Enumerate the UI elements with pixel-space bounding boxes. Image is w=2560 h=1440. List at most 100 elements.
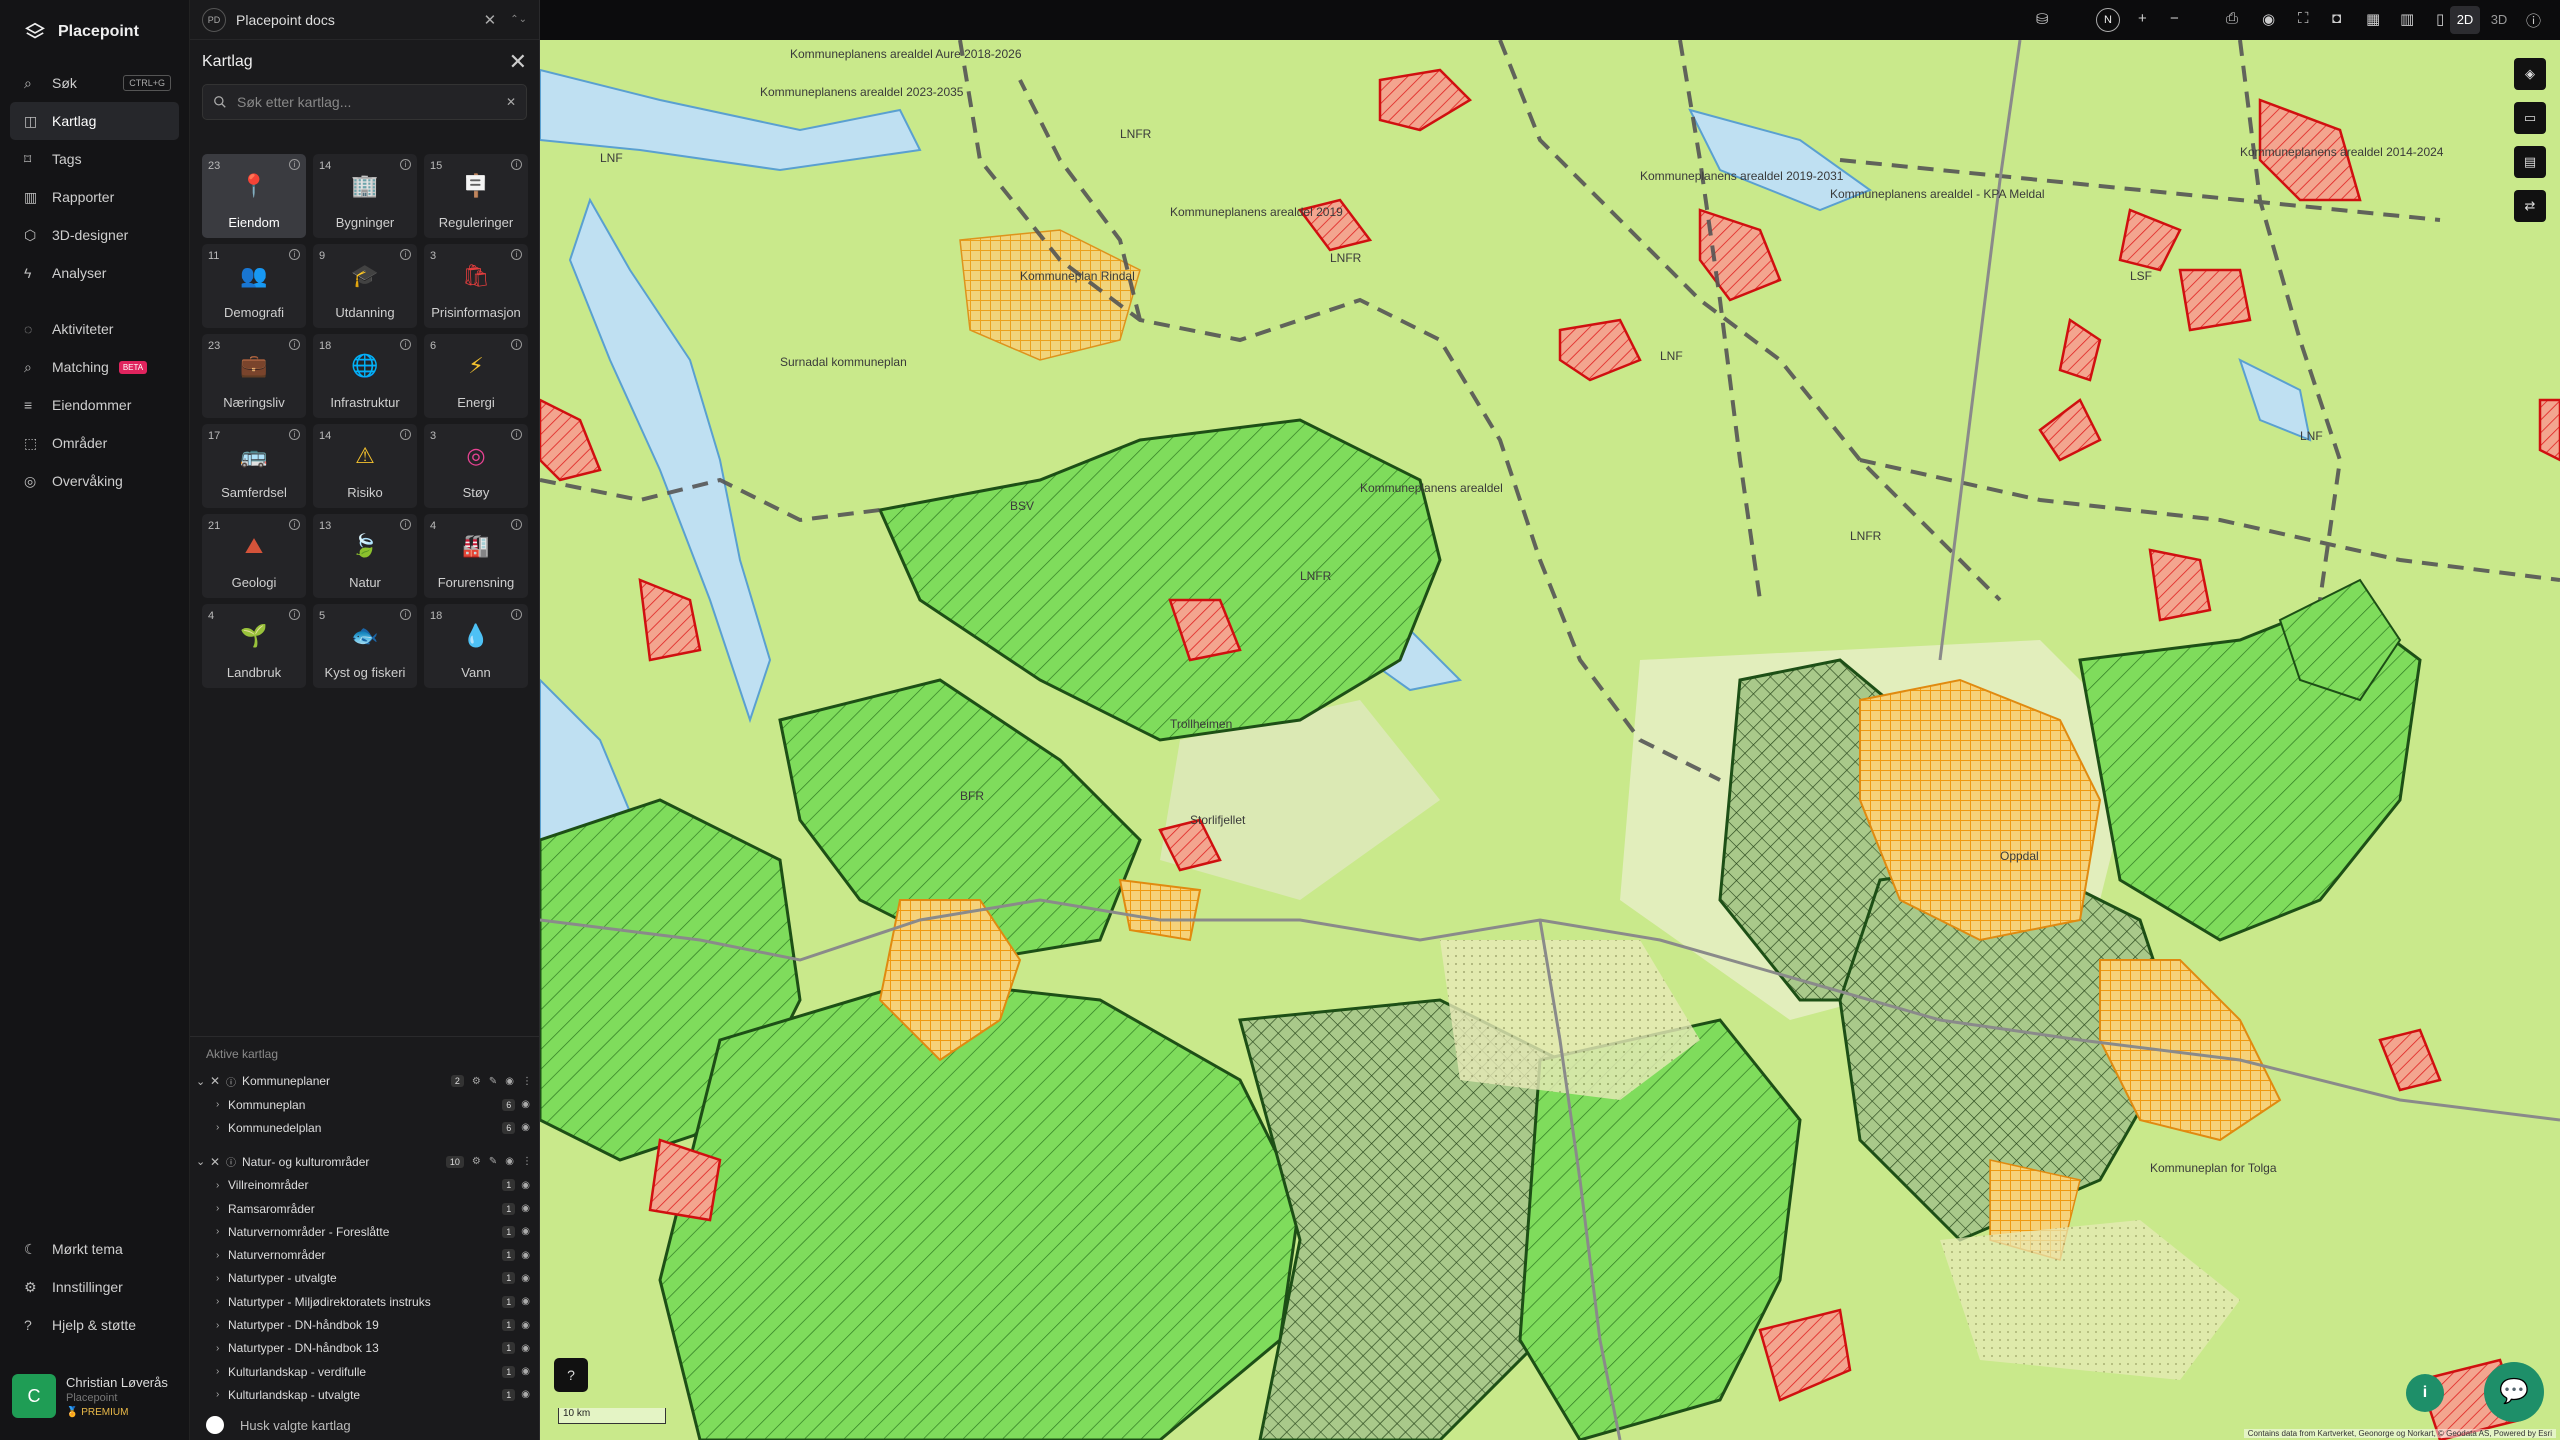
chevron-down-icon[interactable]: ⌄ xyxy=(196,1075,210,1088)
brand[interactable]: Placepoint xyxy=(0,0,189,64)
compass-button[interactable]: N xyxy=(2096,8,2120,32)
category-tile-infrastruktur[interactable]: 18 i 🌐 Infrastruktur xyxy=(313,334,417,418)
chevron-right-icon[interactable]: › xyxy=(216,1389,228,1400)
remember-layers-toggle[interactable]: Husk valgte kartlag xyxy=(206,1416,351,1434)
eye-icon[interactable]: ◉ xyxy=(2262,10,2275,28)
toggle-knob[interactable] xyxy=(206,1416,224,1434)
info-icon[interactable]: i xyxy=(511,429,522,440)
help-map-button[interactable]: ? xyxy=(554,1358,588,1392)
layer-row[interactable]: › Naturtyper - DN-håndbok 13 1 ◉ xyxy=(190,1337,540,1360)
layers-stack-icon[interactable]: ⛁ xyxy=(2036,10,2049,28)
layer-row[interactable]: › Kulturlandskap - verdifulle 1 ◉ xyxy=(190,1360,540,1383)
switch-workspace-icon[interactable]: ⌃⌄ xyxy=(510,14,527,25)
nav-item-kartlag[interactable]: ◫ Kartlag xyxy=(10,102,179,140)
layer-row[interactable]: › Naturvernområder 1 ◉ xyxy=(190,1243,540,1266)
info-icon[interactable]: i xyxy=(289,249,300,260)
settings-icon[interactable]: ⚙ xyxy=(472,1076,481,1087)
bookmark-icon[interactable]: ▯ xyxy=(2436,10,2444,28)
chevron-right-icon[interactable]: › xyxy=(216,1296,228,1307)
edit-icon[interactable]: ✎ xyxy=(489,1076,497,1087)
remove-group-icon[interactable]: ✕ xyxy=(210,1155,226,1169)
category-tile-natur[interactable]: 13 i 🍃 Natur xyxy=(313,514,417,598)
info-icon[interactable]: i xyxy=(289,429,300,440)
chevron-down-icon[interactable]: ⌄ xyxy=(196,1155,210,1168)
category-tile-demografi[interactable]: 11 i 👥 Demografi xyxy=(202,244,306,328)
info-icon[interactable]: i xyxy=(511,249,522,260)
zoom-out-button[interactable]: − xyxy=(2170,10,2179,27)
category-tile-bygninger[interactable]: 14 i 🏢 Bygninger xyxy=(313,154,417,238)
category-tile-samferdsel[interactable]: 17 i 🚌 Samferdsel xyxy=(202,424,306,508)
category-tile-reguleringer[interactable]: 15 i 🪧 Reguleringer xyxy=(424,154,528,238)
view-2d-button[interactable]: 2D xyxy=(2450,6,2480,34)
category-tile-utdanning[interactable]: 9 i 🎓 Utdanning xyxy=(313,244,417,328)
nav-item-aktiviteter[interactable]: ◌ Aktiviteter xyxy=(10,310,179,348)
eye-icon[interactable]: ◉ xyxy=(521,1296,530,1307)
info-icon[interactable]: i xyxy=(400,249,411,260)
info-icon[interactable]: i xyxy=(289,609,300,620)
edit-icon[interactable]: ✎ xyxy=(489,1156,497,1167)
info-icon[interactable]: i xyxy=(400,519,411,530)
fullscreen-icon[interactable]: ⛶ xyxy=(2298,10,2309,27)
chart-tool-icon[interactable]: ▤ xyxy=(2514,146,2546,178)
category-tile-støy[interactable]: 3 i ◎ Støy xyxy=(424,424,528,508)
layer-row[interactable]: › Kommunedelplan 6 ◉ xyxy=(190,1116,540,1139)
chevron-right-icon[interactable]: › xyxy=(216,1099,228,1110)
nav-item-analyser[interactable]: ϟ Analyser xyxy=(10,254,179,292)
layer-row[interactable]: › Naturtyper - DN-håndbok 19 1 ◉ xyxy=(190,1313,540,1336)
chevron-right-icon[interactable]: › xyxy=(216,1180,228,1191)
category-tile-forurensning[interactable]: 4 i 🏭 Forurensning xyxy=(424,514,528,598)
remove-group-icon[interactable]: ✕ xyxy=(210,1074,226,1088)
info-icon[interactable]: i xyxy=(400,159,411,170)
close-workspace-icon[interactable]: ✕ xyxy=(484,11,497,29)
layer-row[interactable]: › Naturvernområder - Foreslåtte 1 ◉ xyxy=(190,1220,540,1243)
layer-row[interactable]: › Villreinområder 1 ◉ xyxy=(190,1174,540,1197)
more-icon[interactable]: ⋮ xyxy=(522,1076,532,1087)
info-icon[interactable]: i xyxy=(400,609,411,620)
user-profile[interactable]: C Christian Løverås Placepoint 🏅 PREMIUM xyxy=(12,1370,178,1422)
layer-row[interactable]: › Naturtyper - utvalgte 1 ◉ xyxy=(190,1267,540,1290)
eye-icon[interactable]: ◉ xyxy=(521,1320,530,1331)
layer-group[interactable]: ⌄ ✕ ⓘ Kommuneplaner 2 ⚙ ✎ ◉ ⋮ xyxy=(190,1069,540,1093)
chevron-right-icon[interactable]: › xyxy=(216,1250,228,1261)
category-tile-prisinformasjon[interactable]: 3 i 🛍 Prisinformasjon xyxy=(424,244,528,328)
info-icon[interactable]: i xyxy=(289,339,300,350)
map-info-button[interactable]: i xyxy=(2406,1374,2444,1412)
measure-tool-icon[interactable]: ▭ xyxy=(2514,102,2546,134)
category-tile-landbruk[interactable]: 4 i 🌱 Landbruk xyxy=(202,604,306,688)
grid-icon[interactable]: ▦ xyxy=(2366,10,2380,28)
swap-tool-icon[interactable]: ⇄ xyxy=(2514,190,2546,222)
chevron-right-icon[interactable]: › xyxy=(216,1343,228,1354)
category-tile-risiko[interactable]: 14 i ⚠ Risiko xyxy=(313,424,417,508)
info-icon[interactable]: i xyxy=(511,519,522,530)
settings-icon[interactable]: ⚙ xyxy=(472,1156,481,1167)
chat-support-button[interactable]: 💬 xyxy=(2484,1362,2544,1422)
nav-item-innstillinger[interactable]: ⚙ Innstillinger xyxy=(10,1268,180,1306)
chevron-right-icon[interactable]: › xyxy=(216,1273,228,1284)
nav-item-3d-designer[interactable]: ⬡ 3D-designer xyxy=(10,216,179,254)
eye-icon[interactable]: ◉ xyxy=(521,1122,530,1133)
info-icon[interactable]: i xyxy=(400,429,411,440)
nav-item-hjelp-støtte[interactable]: ? Hjelp & støtte xyxy=(10,1306,180,1344)
map-canvas[interactable]: Kommuneplanens arealdel Aure 2018-2026 K… xyxy=(540,40,2560,1440)
info-icon[interactable]: i xyxy=(511,159,522,170)
eye-icon[interactable]: ◉ xyxy=(521,1389,530,1400)
category-tile-geologi[interactable]: 21 i ⛰ Geologi xyxy=(202,514,306,598)
info-icon[interactable]: ⓘ xyxy=(2526,10,2541,31)
eye-icon[interactable]: ◉ xyxy=(521,1099,530,1110)
category-tile-eiendom[interactable]: 23 i 📍 Eiendom xyxy=(202,154,306,238)
eye-icon[interactable]: ◉ xyxy=(521,1180,530,1191)
chevron-right-icon[interactable]: › xyxy=(216,1122,228,1133)
nav-item-rapporter[interactable]: ▥ Rapporter xyxy=(10,178,179,216)
chevron-right-icon[interactable]: › xyxy=(216,1226,228,1237)
info-icon[interactable]: i xyxy=(511,339,522,350)
print-icon[interactable]: ⎙ xyxy=(2226,10,2238,27)
category-tile-kyst-og-fiskeri[interactable]: 5 i 🐟 Kyst og fiskeri xyxy=(313,604,417,688)
more-icon[interactable]: ⋮ xyxy=(522,1156,532,1167)
columns-icon[interactable]: ▥ xyxy=(2400,10,2414,28)
nav-item-søk[interactable]: ⌕ Søk CTRL+G xyxy=(10,64,179,102)
eye-icon[interactable]: ◉ xyxy=(505,1156,514,1167)
draw-tool-icon[interactable]: ◈ xyxy=(2514,58,2546,90)
layer-row[interactable]: › Kulturlandskap - utvalgte 1 ◉ xyxy=(190,1383,540,1406)
chevron-right-icon[interactable]: › xyxy=(216,1366,228,1377)
nav-item-matching[interactable]: ⌕ Matching BETA xyxy=(10,348,179,386)
